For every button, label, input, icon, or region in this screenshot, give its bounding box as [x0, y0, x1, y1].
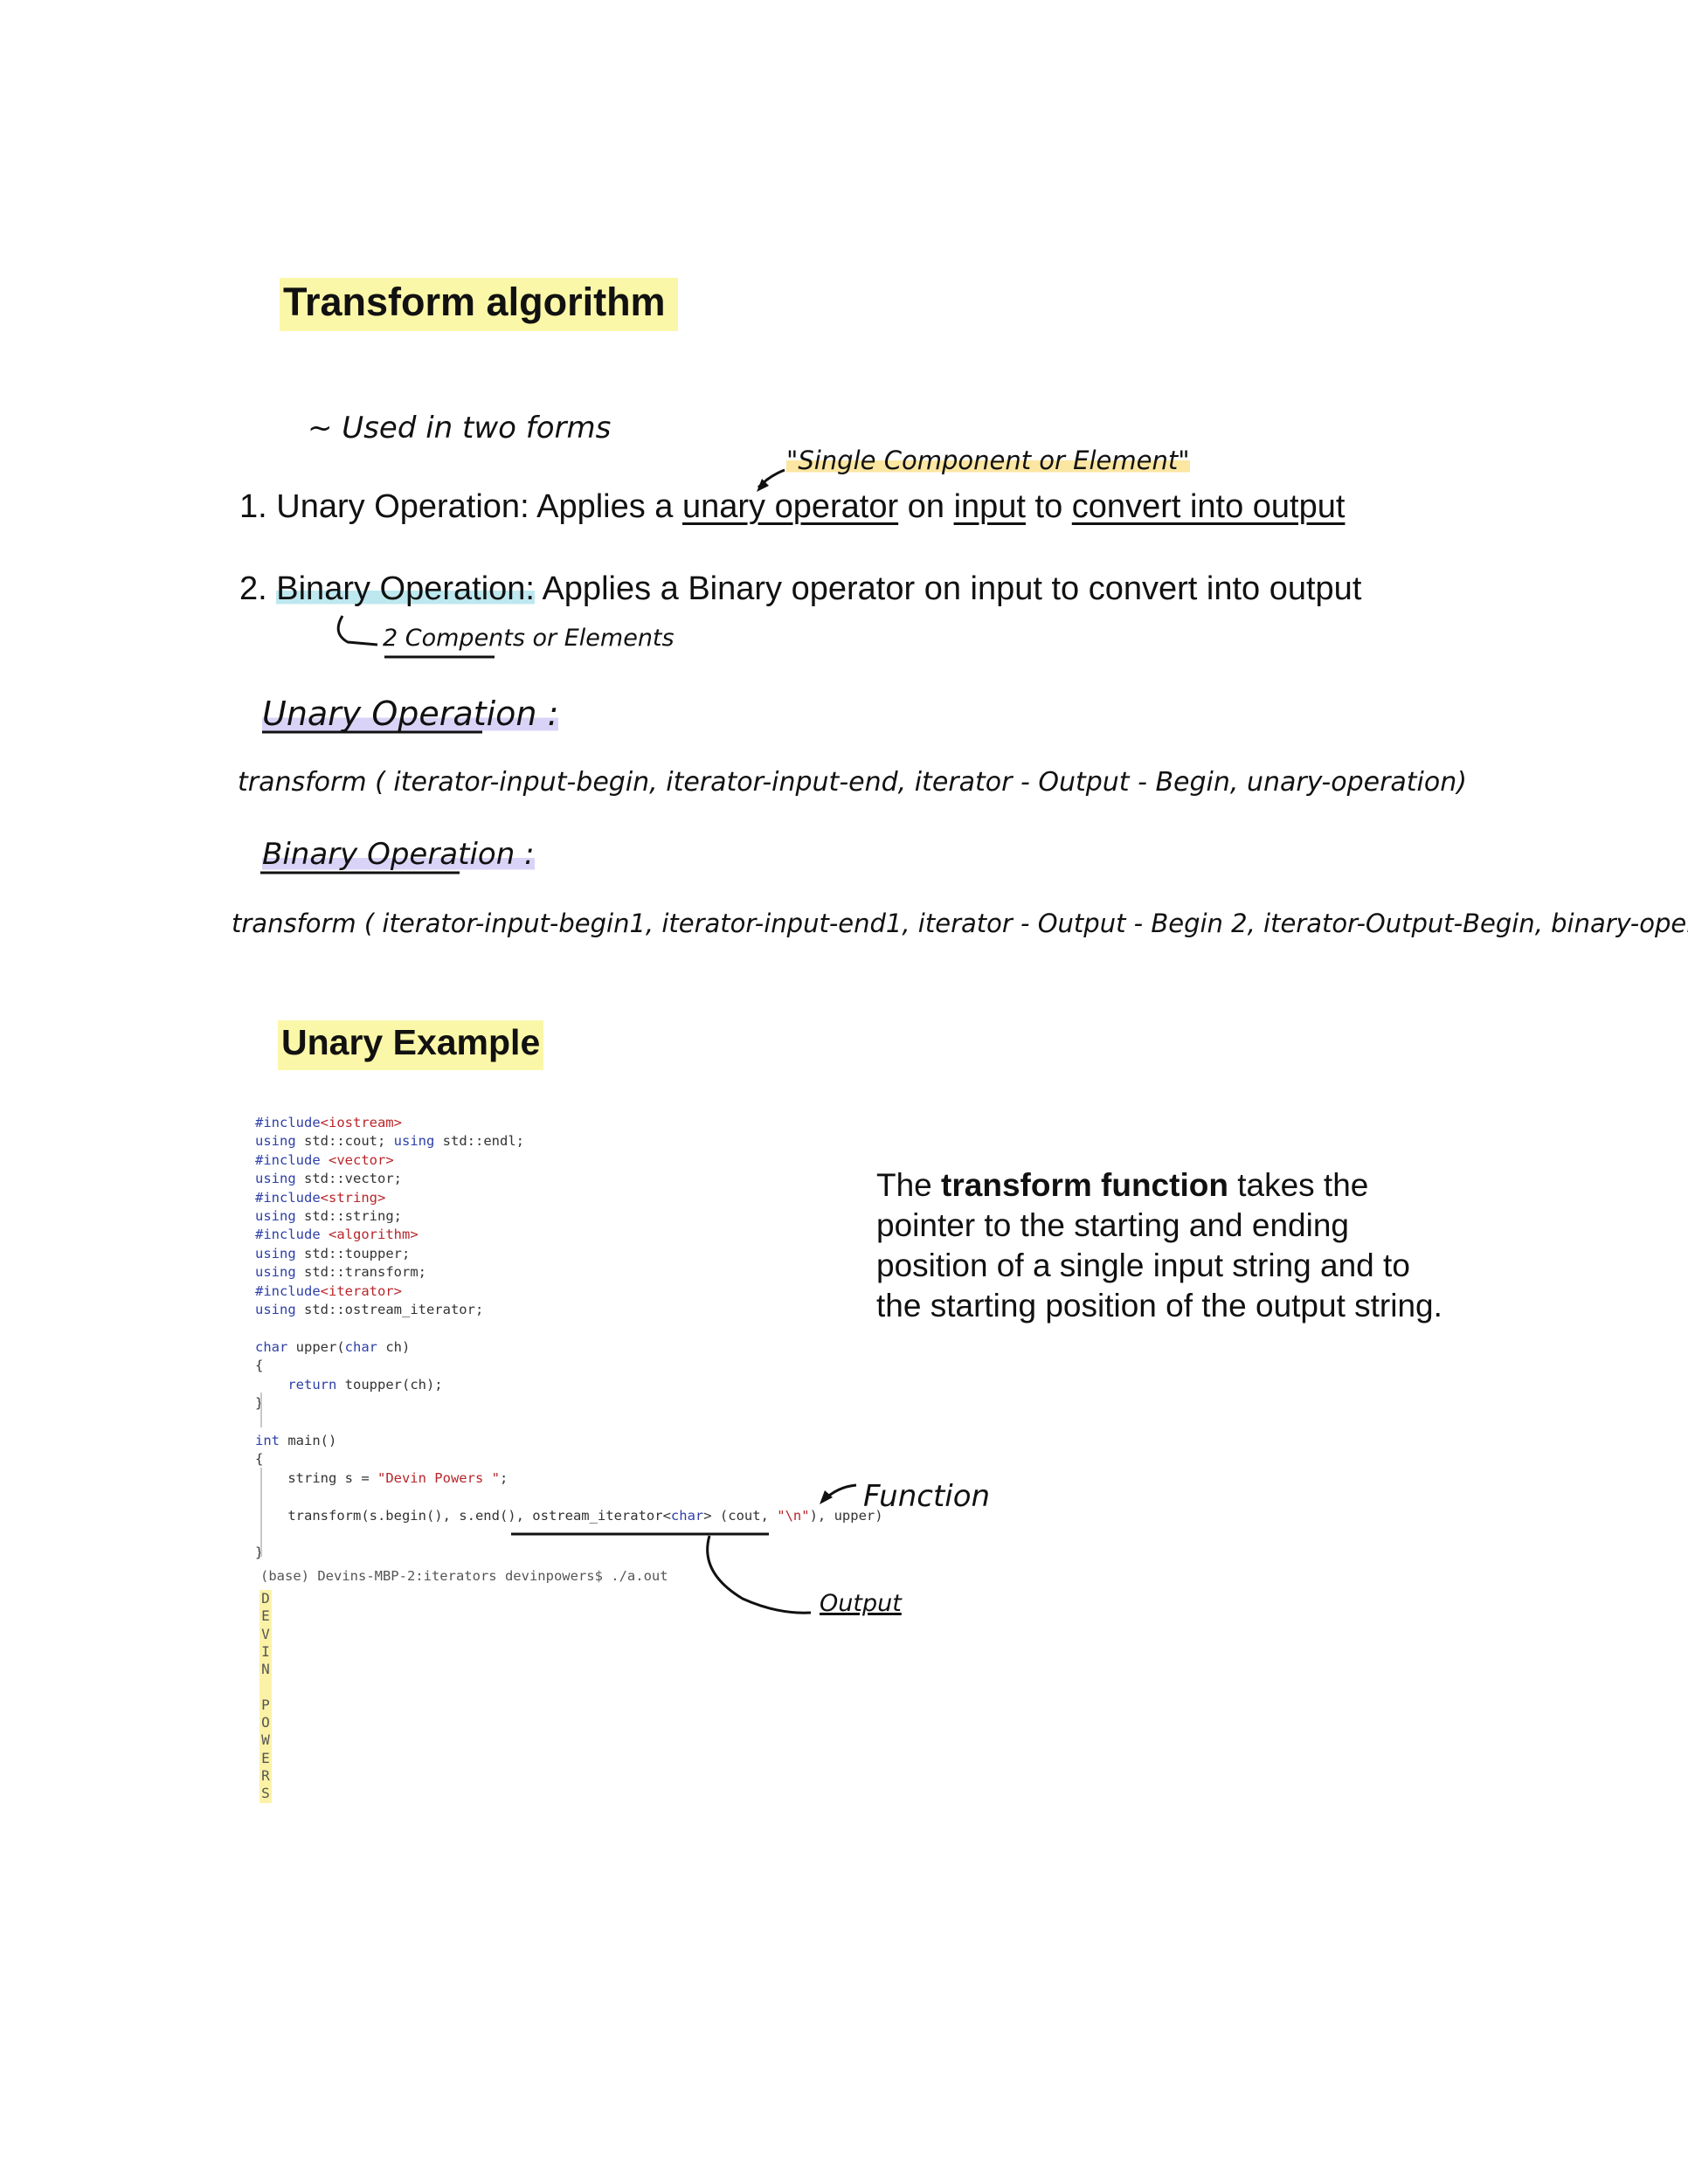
arrow-head	[820, 1490, 833, 1504]
hook-stroke	[336, 615, 378, 646]
curve-stroke	[706, 1535, 812, 1614]
annotation-strokes	[260, 468, 857, 1614]
